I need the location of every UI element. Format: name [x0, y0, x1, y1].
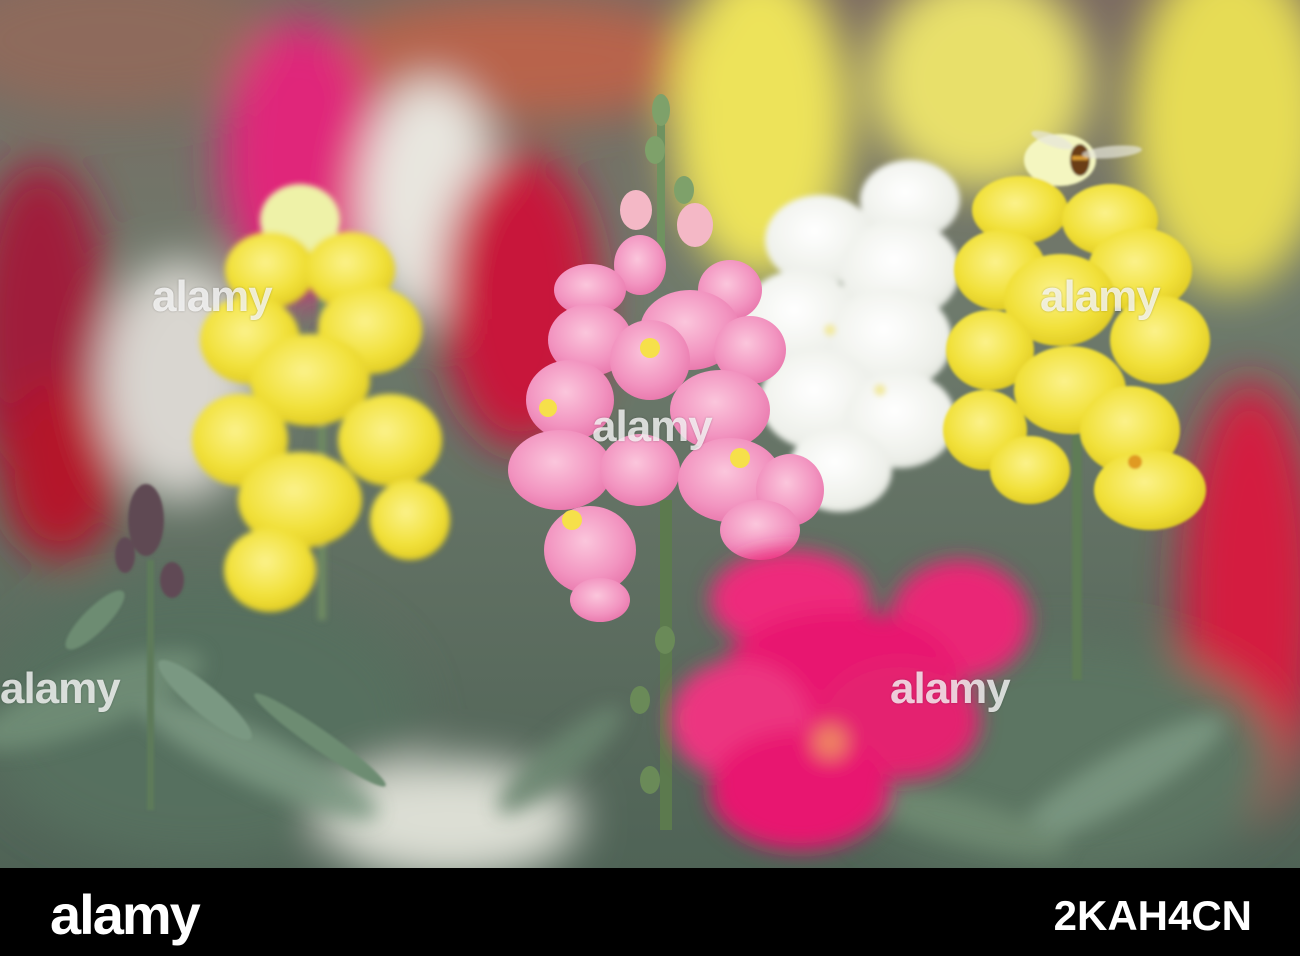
image-id: 2KAH4CN [1053, 892, 1252, 939]
image-frame: alamy alamy alamy alamy alamy alamy 2KAH… [0, 0, 1300, 956]
flower-photo: alamy alamy alamy alamy alamy [0, 0, 1300, 868]
footer-logo: alamy [50, 883, 201, 946]
flower-photo-drawing [0, 0, 1300, 868]
